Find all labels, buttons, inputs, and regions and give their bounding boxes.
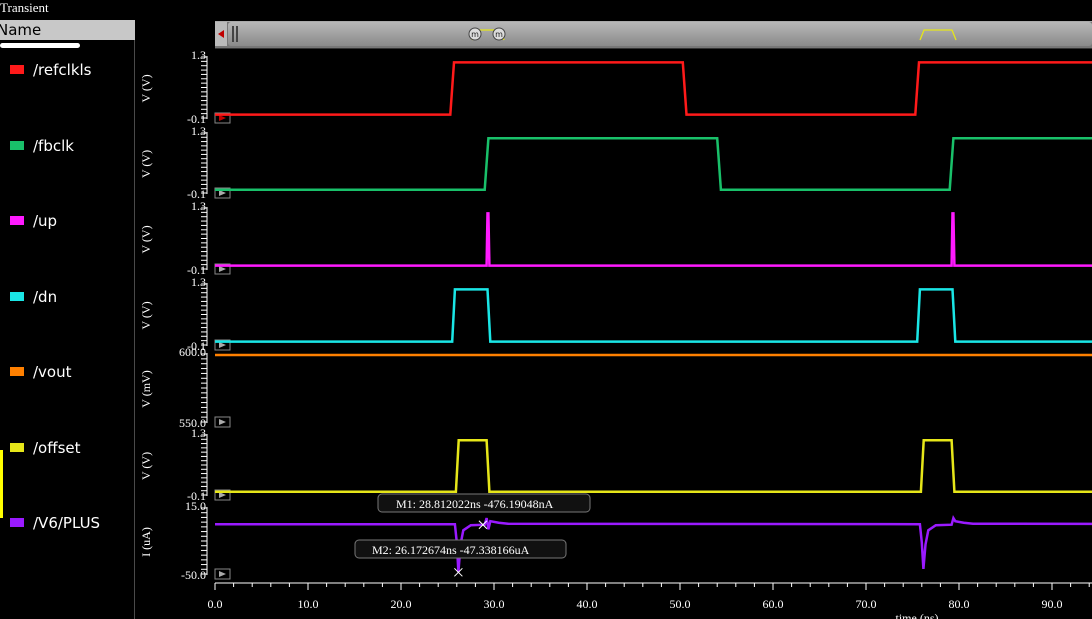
scrollbar-overview bbox=[471, 29, 957, 41]
y-axis-label: V (V) bbox=[139, 74, 153, 102]
y-max-label: 1.3 bbox=[191, 124, 206, 138]
waveform-v6plus bbox=[215, 514, 1092, 573]
scroll-marker-label: m bbox=[471, 30, 479, 39]
overview-waveform bbox=[471, 29, 957, 41]
x-tick-label: 0.0 bbox=[208, 597, 223, 611]
y-axis-label: V (V) bbox=[139, 225, 153, 253]
y-max-label: 1.3 bbox=[191, 48, 206, 62]
waveform-dn bbox=[215, 288, 1092, 343]
marker-m2-label: M2: 26.172674ns -47.338166uA bbox=[372, 543, 530, 557]
y-min-label: -50.0 bbox=[181, 568, 206, 582]
y-axis-label: V (V) bbox=[139, 150, 153, 178]
x-tick-label: 10.0 bbox=[298, 597, 319, 611]
waveform-offset bbox=[215, 439, 1092, 493]
waveform-plot[interactable]: 1.3-0.1V (V)1.3-0.1V (V)1.3-0.1V (V)1.3-… bbox=[0, 0, 1092, 619]
waveform-refclkls bbox=[215, 61, 1092, 116]
y-max-label: 15.0 bbox=[185, 499, 206, 513]
x-tick-label: 30.0 bbox=[484, 597, 505, 611]
y-max-label: 1.3 bbox=[191, 426, 206, 440]
x-tick-label: 70.0 bbox=[856, 597, 877, 611]
y-max-label: 1.3 bbox=[191, 199, 206, 213]
y-axis-label: V (V) bbox=[139, 301, 153, 329]
x-tick-label: 90.0 bbox=[1042, 597, 1063, 611]
waveform-up bbox=[215, 212, 1092, 267]
y-max-label: 600.0 bbox=[179, 345, 206, 359]
scroll-marker-icon[interactable]: m bbox=[468, 27, 482, 41]
waveform-fbclk bbox=[215, 137, 1092, 191]
x-tick-label: 80.0 bbox=[949, 597, 970, 611]
y-axis-label: V (mV) bbox=[139, 370, 153, 407]
x-tick-label: 20.0 bbox=[391, 597, 412, 611]
y-axis-label: I (uA) bbox=[139, 527, 153, 557]
y-max-label: 1.3 bbox=[191, 275, 206, 289]
x-tick-label: 50.0 bbox=[670, 597, 691, 611]
y-axis-label: V (V) bbox=[139, 452, 153, 480]
marker-m1-label: M1: 28.812022ns -476.19048nA bbox=[396, 497, 554, 511]
scroll-marker-label: m bbox=[495, 30, 503, 39]
x-tick-label: 60.0 bbox=[763, 597, 784, 611]
scroll-marker-icon[interactable]: m bbox=[492, 27, 506, 41]
x-axis-label: time (ns) bbox=[896, 611, 939, 619]
x-tick-label: 40.0 bbox=[577, 597, 598, 611]
